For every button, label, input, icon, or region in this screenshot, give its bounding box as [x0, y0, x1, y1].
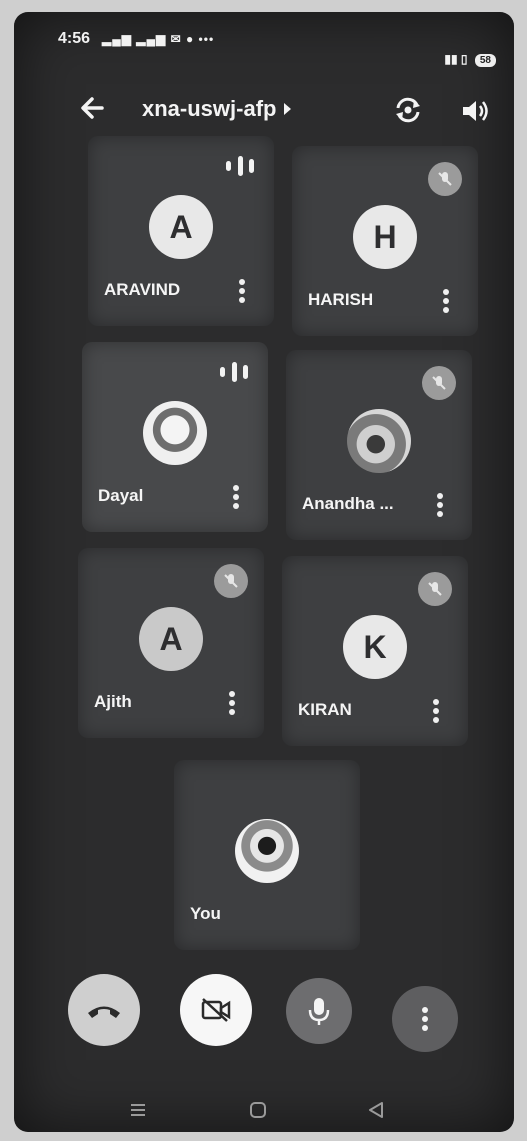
system-nav-bar	[14, 1092, 514, 1132]
switch-camera-icon[interactable]	[390, 92, 426, 128]
back-arrow-icon[interactable]	[74, 88, 114, 128]
avatar: A	[139, 607, 203, 672]
avatar: A	[149, 195, 213, 260]
speaker-icon[interactable]	[458, 94, 492, 128]
participant-tile[interactable]: H HARISH	[292, 146, 478, 336]
meeting-code-text: xna-uswj-afp	[142, 96, 277, 121]
end-call-button[interactable]	[68, 974, 140, 1046]
more-options-icon[interactable]	[226, 688, 238, 718]
signal-icons: ▂▄▆ ▂▄▆ ✉ ● •••	[102, 32, 215, 46]
meeting-code[interactable]: xna-uswj-afp	[142, 96, 292, 122]
avatar: K	[343, 615, 407, 680]
status-time: 4:56	[58, 30, 91, 47]
call-controls	[14, 974, 514, 1064]
status-right: ▮▮ ▯ 58	[444, 52, 496, 67]
participant-tile[interactable]: A Ajith	[78, 548, 264, 738]
more-options-icon[interactable]	[440, 286, 452, 316]
back-triangle-icon[interactable]	[364, 1098, 388, 1122]
mic-off-icon	[422, 366, 456, 400]
participant-name: HARISH	[308, 290, 374, 309]
mic-off-icon	[214, 564, 248, 598]
microphone-button[interactable]	[286, 978, 352, 1044]
caret-right-icon	[284, 103, 292, 115]
home-icon[interactable]	[246, 1098, 270, 1122]
network-icon: ▮▮	[444, 52, 458, 66]
call-header: xna-uswj-afp	[14, 82, 514, 138]
speaking-indicator-icon	[226, 154, 254, 178]
phone-hangup-icon	[88, 1006, 120, 1018]
participant-tile[interactable]: K KIRAN	[282, 556, 468, 746]
participant-name: Dayal	[98, 486, 144, 505]
avatar	[235, 819, 299, 884]
more-button[interactable]	[392, 986, 458, 1052]
participant-name: Anandha ...	[302, 494, 394, 513]
participant-name: KIRAN	[298, 700, 352, 719]
participant-tile[interactable]: A ARAVIND	[88, 136, 274, 326]
battery-badge: 58	[474, 54, 496, 67]
avatar	[143, 401, 207, 466]
recents-menu-icon[interactable]	[126, 1098, 150, 1122]
avatar	[347, 409, 411, 474]
camera-toggle-button[interactable]	[180, 974, 252, 1046]
camera-off-icon	[201, 998, 231, 1022]
more-options-icon[interactable]	[434, 490, 446, 520]
participant-name: Ajith	[94, 692, 132, 711]
participant-tile[interactable]: Dayal	[82, 342, 268, 532]
phone-screen: 4:56 ▂▄▆ ▂▄▆ ✉ ● ••• ▮▮ ▯ 58 xna-uswj-af…	[14, 12, 514, 1132]
participant-tile[interactable]: Anandha ...	[286, 350, 472, 540]
mic-off-icon	[428, 162, 462, 196]
more-vertical-icon	[422, 1007, 428, 1031]
status-bar: 4:56 ▂▄▆ ▂▄▆ ✉ ● ••• ▮▮ ▯ 58	[14, 12, 514, 72]
self-tile[interactable]: You	[174, 760, 360, 950]
participant-name: You	[190, 904, 221, 923]
avatar: H	[353, 205, 417, 270]
more-options-icon[interactable]	[430, 696, 442, 726]
microphone-icon	[308, 998, 330, 1025]
more-options-icon[interactable]	[230, 482, 242, 512]
speaking-indicator-icon	[220, 360, 248, 384]
participant-name: ARAVIND	[104, 280, 181, 299]
mic-off-icon	[418, 572, 452, 606]
more-options-icon[interactable]	[236, 276, 248, 306]
vibrate-icon: ▯	[460, 52, 468, 66]
